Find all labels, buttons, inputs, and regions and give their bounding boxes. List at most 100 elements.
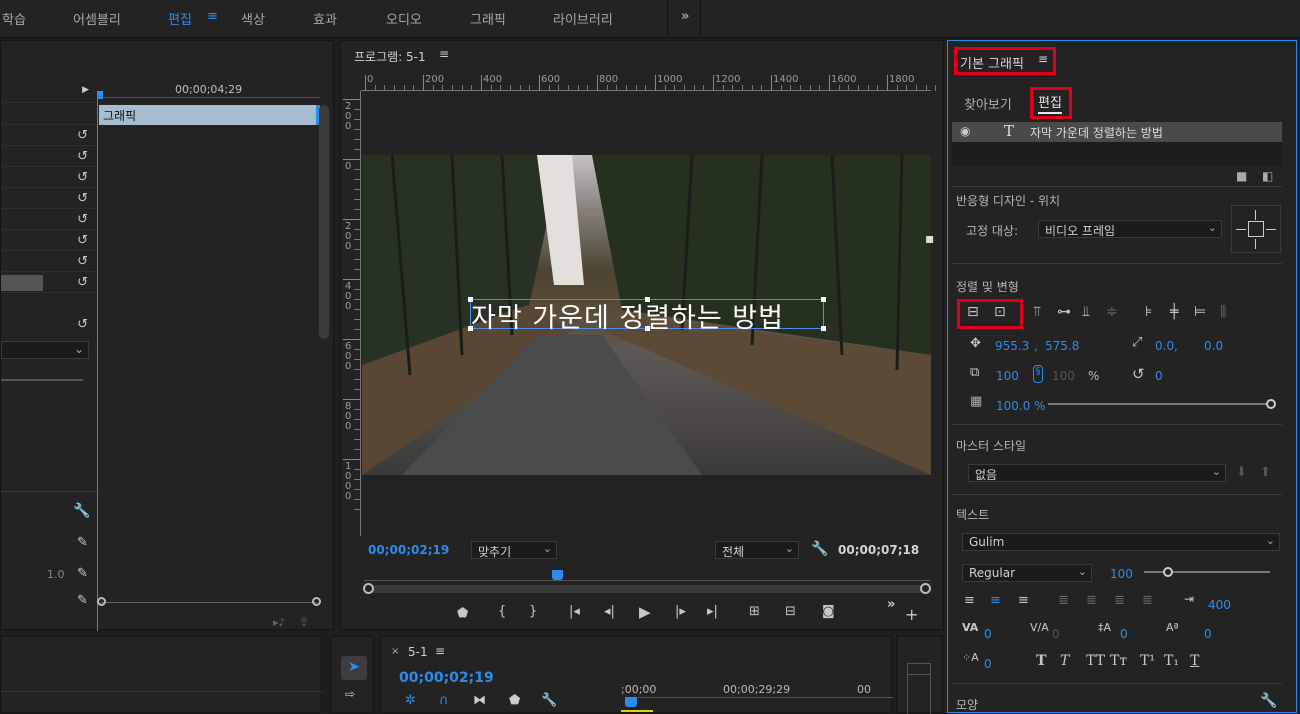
triangle-right-icon[interactable]: ▶ — [82, 85, 89, 95]
eyedropper-icon[interactable]: ✎ — [77, 593, 88, 608]
blend-mode-select[interactable]: ⌄ — [1, 341, 89, 359]
pin-right[interactable] — [1266, 229, 1276, 230]
workspace-color[interactable]: 색상 — [241, 9, 265, 28]
align-top-icon[interactable]: ⫪ — [1033, 304, 1041, 320]
timeline-timecode[interactable]: 00;00;02;19 — [399, 670, 494, 686]
font-style-select[interactable]: Regular ⌄ — [962, 564, 1092, 582]
new-layer-icon[interactable]: ◧ — [1262, 169, 1273, 183]
font-size-slider-handle[interactable] — [1163, 567, 1174, 577]
anchor-x[interactable]: 0.0 — [1155, 339, 1174, 353]
folder-icon[interactable]: ■ — [1236, 169, 1247, 183]
align-center-horizontal-icon[interactable]: ⊡ — [994, 304, 1006, 320]
fit-select[interactable]: 맞추기 ⌄ — [471, 541, 557, 559]
superscript-icon[interactable]: T¹ — [1140, 653, 1155, 669]
quality-select[interactable]: 전체 ⌄ — [715, 541, 799, 559]
add-edit-icon[interactable]: ⧓ — [473, 693, 486, 708]
play-audio-icon[interactable]: ▸♪ — [273, 616, 286, 629]
wrench-icon[interactable]: 🔧 — [811, 541, 828, 557]
faux-italic-icon[interactable]: T — [1060, 653, 1069, 669]
mark-out-icon[interactable]: } — [529, 604, 537, 619]
panel-menu-icon[interactable]: ≡ — [439, 47, 449, 61]
zoom-handle-right[interactable] — [312, 597, 321, 606]
font-size-slider[interactable] — [1144, 567, 1270, 577]
tab-browse[interactable]: 찾아보기 — [964, 94, 1012, 113]
justify-all-icon[interactable]: ≣ — [1142, 593, 1153, 608]
overflow-icon[interactable]: » — [887, 597, 895, 612]
workspace-audio[interactable]: 오디오 — [386, 9, 422, 28]
monitor-scrollbar[interactable] — [363, 583, 931, 594]
distribute-horizontal-icon[interactable]: ⫼ — [1220, 304, 1226, 320]
faux-bold-icon[interactable]: T — [1036, 653, 1046, 669]
leading-value[interactable]: 0 — [1120, 627, 1128, 641]
go-to-in-icon[interactable]: |◂ — [569, 604, 580, 619]
linked-selection-icon[interactable]: ∩ — [439, 693, 449, 708]
justify-right-icon[interactable]: ≣ — [1114, 593, 1125, 608]
scrollbar[interactable] — [319, 105, 329, 339]
align-text-right-icon[interactable]: ≡ — [1018, 593, 1029, 608]
reset-icon[interactable]: ↺ — [77, 191, 88, 206]
arrow-up-icon[interactable]: ⬆ — [1260, 465, 1271, 480]
play-icon[interactable]: ▶ — [639, 603, 651, 621]
eyedropper-icon[interactable]: ✎ — [77, 535, 88, 550]
rotation-value[interactable]: 0 — [1155, 369, 1163, 383]
align-center-icon[interactable]: ╪ — [1170, 304, 1178, 320]
all-caps-icon[interactable]: TT — [1086, 653, 1105, 669]
reset-icon[interactable]: ↺ — [77, 275, 88, 290]
current-timecode[interactable]: 00;00;02;19 — [368, 543, 449, 557]
position-y[interactable]: 575.8 — [1045, 339, 1079, 353]
pin-edges-widget[interactable] — [1231, 205, 1281, 253]
align-middle-icon[interactable]: ⊶ — [1057, 304, 1071, 320]
align-left-icon[interactable]: ⊧ — [1145, 304, 1152, 320]
pin-left[interactable] — [1236, 229, 1246, 230]
align-text-left-icon[interactable]: ≡ — [964, 593, 975, 608]
timeline-tab[interactable]: 5-1 — [408, 645, 428, 659]
wrench-icon[interactable]: 🔧 — [1260, 693, 1277, 709]
pin-bottom[interactable] — [1255, 239, 1256, 249]
align-text-center-icon[interactable]: ≡ — [990, 593, 1001, 608]
playhead[interactable] — [552, 570, 563, 580]
reset-icon[interactable]: ↺ — [77, 317, 88, 332]
resize-handle[interactable] — [821, 326, 826, 331]
align-center-vertical-icon[interactable]: ⊟ — [967, 304, 979, 320]
wrench-icon[interactable]: 🔧 — [541, 693, 557, 708]
tsume-value[interactable]: 0 — [984, 657, 992, 671]
zoom-handle-left[interactable] — [97, 597, 106, 606]
add-marker-icon[interactable]: ⬟ — [509, 693, 520, 708]
overflow-icon[interactable]: » — [681, 9, 689, 24]
reset-icon[interactable]: ↺ — [77, 254, 88, 269]
workspace-effects[interactable]: 효과 — [313, 9, 337, 28]
tab-width-value[interactable]: 400 — [1208, 598, 1231, 612]
workspace-graphics[interactable]: 그래픽 — [470, 9, 506, 28]
arrow-down-icon[interactable]: ⬇ — [1236, 465, 1247, 480]
add-button-icon[interactable]: + — [905, 605, 918, 624]
export-frame-icon[interactable]: ◙ — [822, 604, 835, 619]
reset-icon[interactable]: ↺ — [77, 170, 88, 185]
snap-icon[interactable]: ✲ — [405, 693, 416, 708]
opacity-slider-handle[interactable] — [1266, 399, 1276, 409]
reset-icon[interactable]: ↺ — [77, 212, 88, 227]
justify-center-icon[interactable]: ≣ — [1086, 593, 1097, 608]
timeline-playhead[interactable] — [625, 697, 637, 707]
pin-to-select[interactable]: 비디오 프레임 ⌄ — [1038, 220, 1222, 238]
pin-top[interactable] — [1255, 210, 1256, 220]
step-forward-icon[interactable]: |▸ — [675, 604, 686, 619]
add-marker-icon[interactable]: ⬟ — [457, 606, 468, 621]
resize-handle[interactable] — [821, 297, 826, 302]
reset-icon[interactable]: ↺ — [77, 149, 88, 164]
reset-icon[interactable]: ↺ — [77, 128, 88, 143]
layer-row[interactable]: ◉ T 자막 가운데 정렬하는 방법 — [952, 122, 1282, 142]
master-style-select[interactable]: 없음 ⌄ — [968, 464, 1226, 482]
distribute-vertical-icon[interactable]: ≑ — [1106, 304, 1118, 320]
position-x[interactable]: 955.3 — [995, 339, 1029, 353]
step-back-icon[interactable]: ◂| — [604, 604, 615, 619]
hamburger-icon[interactable]: ≡ — [207, 9, 218, 24]
value-slider[interactable] — [1, 275, 43, 291]
mark-in-icon[interactable]: { — [498, 604, 506, 619]
pin-center[interactable] — [1248, 221, 1264, 237]
zoom-handle-right[interactable] — [920, 583, 931, 594]
caption-bounding-box[interactable]: 자막 가운데 정렬하는 방법 — [468, 297, 826, 334]
export-icon[interactable]: ⇪ — [299, 615, 309, 629]
reset-icon[interactable]: ↺ — [77, 233, 88, 248]
underline-icon[interactable]: T — [1190, 653, 1199, 669]
kerning-value[interactable]: 0 — [984, 627, 992, 641]
